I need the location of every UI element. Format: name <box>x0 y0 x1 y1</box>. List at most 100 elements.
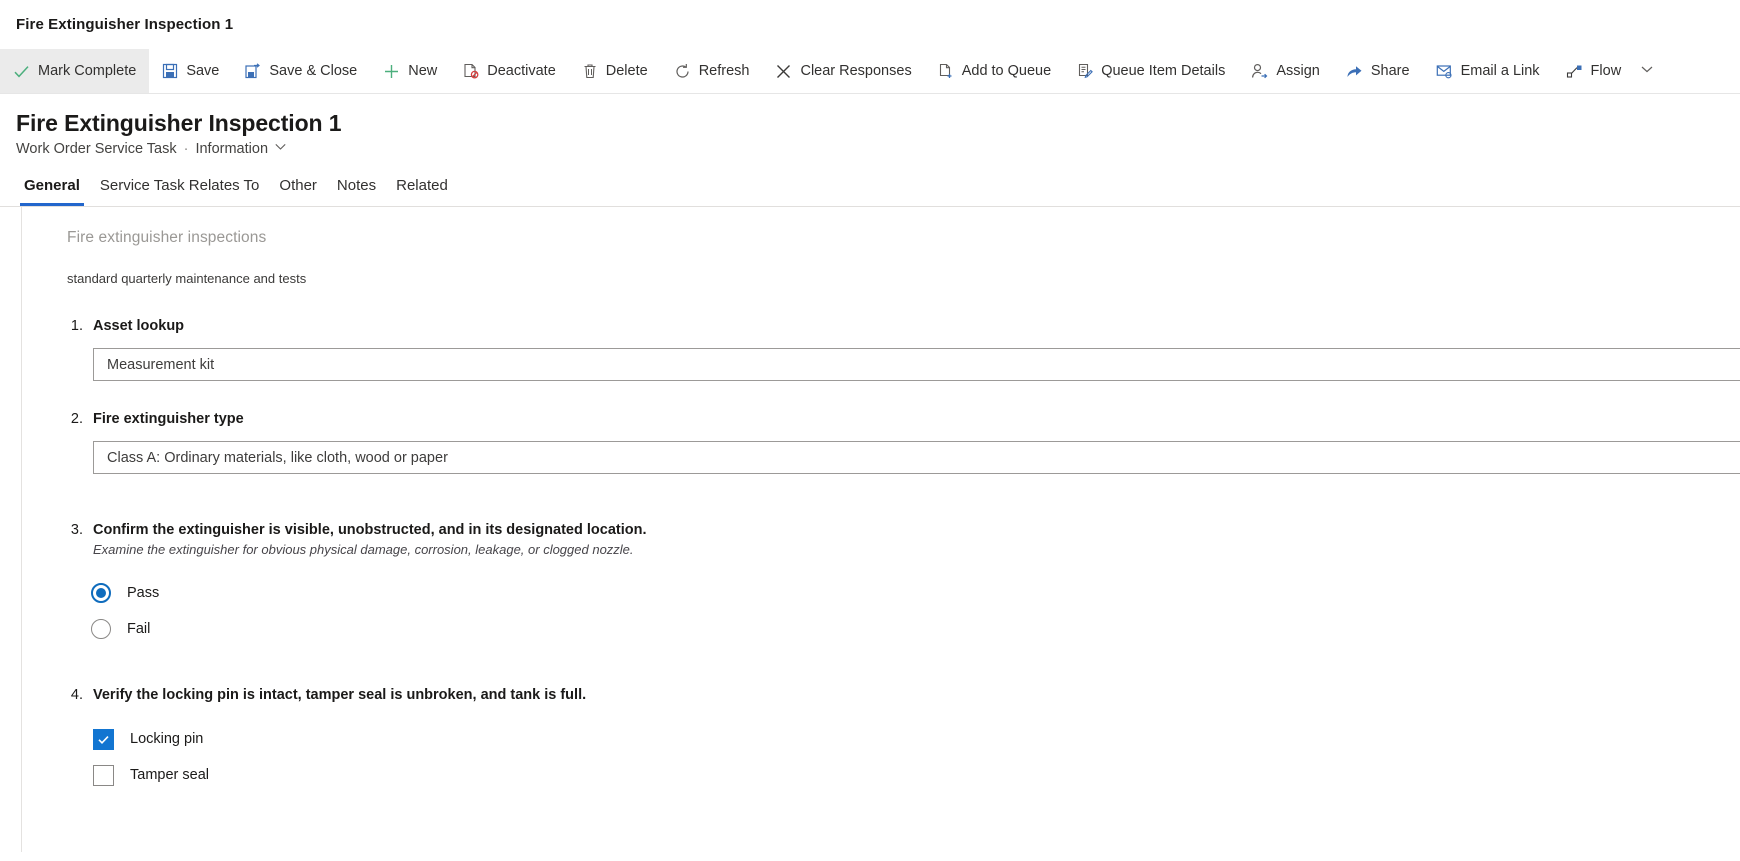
question-label: Fire extinguisher type <box>93 411 244 427</box>
input-value: Measurement kit <box>107 356 215 373</box>
command-flow[interactable]: Flow <box>1553 49 1635 93</box>
question-4: 4. Verify the locking pin is intact, tam… <box>67 685 1740 793</box>
checkbox-option-locking-pin[interactable]: Locking pin <box>93 721 1740 757</box>
form-selector-label: Information <box>195 141 269 157</box>
command-label: Delete <box>605 63 648 80</box>
radio-icon-selected[interactable] <box>91 583 111 603</box>
form-selector[interactable]: Information <box>195 140 287 158</box>
command-deactivate[interactable]: Deactivate <box>450 49 569 93</box>
section-description: standard quarterly maintenance and tests <box>67 271 307 286</box>
checkbox-label: Tamper seal <box>130 766 209 783</box>
queue-item-details-icon <box>1077 63 1094 79</box>
command-delete[interactable]: Delete <box>569 49 661 93</box>
input-value: Class A: Ordinary materials, like cloth,… <box>107 449 448 466</box>
question-number: 1. <box>70 318 83 334</box>
checkbox-icon-checked[interactable] <box>93 728 114 750</box>
command-label: Flow <box>1590 63 1622 80</box>
tab-other[interactable]: Other <box>269 176 327 206</box>
subtitle-separator: · <box>183 141 189 157</box>
command-label: Refresh <box>698 63 750 80</box>
tab-general[interactable]: General <box>14 176 90 206</box>
question-label: Verify the locking pin is intact, tamper… <box>93 687 587 703</box>
chevron-down-icon <box>274 140 287 158</box>
question-heading: 1. Asset lookup <box>67 316 1740 336</box>
tab-related[interactable]: Related <box>386 176 458 206</box>
command-refresh[interactable]: Refresh <box>661 49 763 93</box>
save-close-icon <box>245 63 261 79</box>
command-label: Add to Queue <box>961 63 1052 80</box>
command-bar-overflow-button[interactable] <box>1634 49 1668 93</box>
radio-option-fail[interactable]: Fail <box>91 611 1740 647</box>
assign-person-icon <box>1251 63 1268 80</box>
trash-icon <box>582 63 598 79</box>
command-new[interactable]: New <box>370 49 450 93</box>
checkbox-option-tamper-seal[interactable]: Tamper seal <box>93 757 1740 793</box>
command-label: Share <box>1370 63 1410 80</box>
email-link-icon <box>1436 63 1453 80</box>
save-icon <box>162 63 178 79</box>
pass-fail-radio-group: Pass Fail <box>91 575 1740 647</box>
command-label: Mark Complete <box>38 63 137 80</box>
command-label: New <box>408 63 438 80</box>
tab-label: Notes <box>336 177 377 194</box>
question-number: 4. <box>70 687 83 703</box>
plus-icon <box>383 63 400 80</box>
command-label: Clear Responses <box>800 63 912 80</box>
command-mark-complete[interactable]: Mark Complete <box>0 49 150 93</box>
fire-extinguisher-type-input[interactable]: Class A: Ordinary materials, like cloth,… <box>93 441 1740 474</box>
command-label: Save & Close <box>269 63 358 80</box>
command-label: Queue Item Details <box>1101 63 1226 80</box>
asset-lookup-input[interactable]: Measurement kit <box>93 348 1740 381</box>
question-number: 2. <box>70 411 83 427</box>
command-label: Assign <box>1276 63 1320 80</box>
tab-label: General <box>24 177 80 194</box>
form-scroll-area[interactable]: Fire extinguisher inspections standard q… <box>0 207 1740 852</box>
deactivate-icon <box>463 63 479 79</box>
question-3: 3. Confirm the extinguisher is visible, … <box>67 520 1740 647</box>
command-email-a-link[interactable]: Email a Link <box>1423 49 1553 93</box>
window-title-bar: Fire Extinguisher Inspection 1 <box>0 0 1740 49</box>
command-assign[interactable]: Assign <box>1238 49 1333 93</box>
command-share[interactable]: Share <box>1333 49 1423 93</box>
radio-label: Pass <box>127 584 160 601</box>
window-title: Fire Extinguisher Inspection 1 <box>16 16 234 33</box>
entity-name: Work Order Service Task <box>16 141 177 157</box>
tab-label: Other <box>279 177 317 194</box>
command-save[interactable]: Save <box>149 49 232 93</box>
tab-label: Service Task Relates To <box>99 177 260 194</box>
form-left-rail <box>21 207 22 852</box>
radio-icon-unselected[interactable] <box>91 619 111 639</box>
command-queue-item-details[interactable]: Queue Item Details <box>1064 49 1238 93</box>
question-1: 1. Asset lookup Measurement kit <box>67 316 1740 381</box>
radio-option-pass[interactable]: Pass <box>91 575 1740 611</box>
command-clear-responses[interactable]: Clear Responses <box>762 49 924 93</box>
question-hint: Examine the extinguisher for obvious phy… <box>93 542 634 557</box>
close-x-icon <box>775 63 792 80</box>
tab-service-task-relates-to[interactable]: Service Task Relates To <box>90 176 270 206</box>
flow-icon <box>1566 63 1583 80</box>
question-label: Confirm the extinguisher is visible, uno… <box>93 522 647 538</box>
chevron-down-icon <box>1640 62 1654 81</box>
refresh-icon <box>674 63 691 80</box>
command-bar: Mark Complete Save Save & Close New Deac… <box>0 49 1740 94</box>
question-heading: 2. Fire extinguisher type <box>67 409 1740 429</box>
question-number: 3. <box>70 522 83 538</box>
checkbox-label: Locking pin <box>130 730 204 747</box>
share-icon <box>1346 63 1363 80</box>
question-heading: 3. Confirm the extinguisher is visible, … <box>67 520 1740 540</box>
question-heading: 4. Verify the locking pin is intact, tam… <box>67 685 1740 705</box>
command-save-and-close[interactable]: Save & Close <box>232 49 370 93</box>
record-subtitle: Work Order Service Task · Information <box>16 140 1740 158</box>
radio-label: Fail <box>127 620 151 637</box>
inspection-form: Fire extinguisher inspections standard q… <box>0 207 1740 793</box>
command-add-to-queue[interactable]: Add to Queue <box>925 49 1065 93</box>
question-label: Asset lookup <box>93 318 185 334</box>
checkbox-icon-unchecked[interactable] <box>93 764 114 786</box>
section-title: Fire extinguisher inspections <box>67 229 267 246</box>
tab-notes[interactable]: Notes <box>327 176 386 206</box>
add-to-queue-icon <box>938 63 954 79</box>
page-title: Fire Extinguisher Inspection 1 <box>16 110 342 136</box>
command-label: Save <box>186 63 220 80</box>
checkmark-icon <box>13 63 30 80</box>
command-label: Deactivate <box>487 63 556 80</box>
